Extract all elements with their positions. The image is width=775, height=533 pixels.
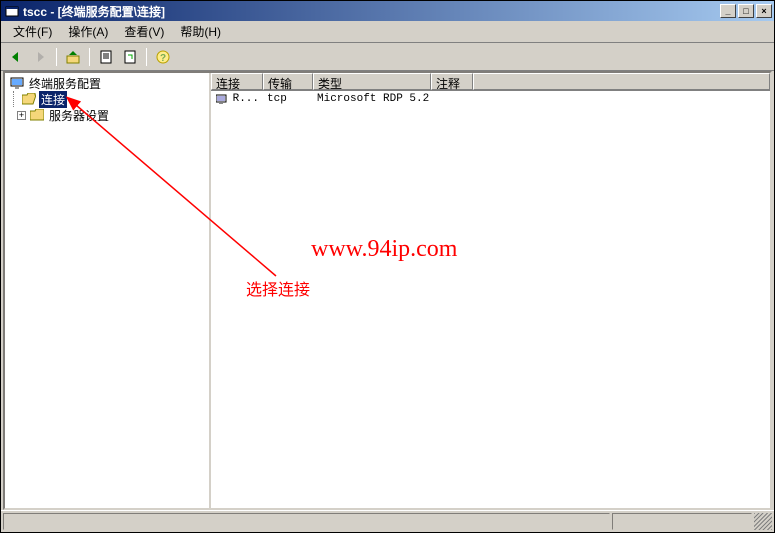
tree-panel[interactable]: 终端服务配置 连接 + 服务器设置: [5, 73, 211, 508]
list-row[interactable]: R... tcp Microsoft RDP 5.2: [211, 91, 770, 107]
annotation-label: 选择连接: [246, 276, 310, 300]
list-panel: 连接 传输 类型 注释 R... tcp Microsoft RDP 5.2: [211, 73, 770, 508]
menu-action[interactable]: 操作(A): [60, 21, 116, 42]
cell-connection: R...: [211, 92, 263, 106]
status-pane-2: [612, 513, 752, 530]
window-controls: _ □ ×: [720, 4, 772, 18]
tree-connections-label: 连接: [39, 91, 67, 108]
maximize-button[interactable]: □: [738, 4, 754, 18]
cell-transport: tcp: [263, 93, 313, 105]
toolbar: ?: [1, 43, 774, 71]
tree-server-settings-label: 服务器设置: [47, 107, 111, 124]
resize-grip-icon[interactable]: [754, 513, 772, 530]
connection-icon: [215, 92, 231, 106]
tree-root-label: 终端服务配置: [27, 75, 103, 92]
minimize-button[interactable]: _: [720, 4, 736, 18]
tree-server-settings[interactable]: + 服务器设置: [7, 107, 207, 123]
menubar: 文件(F) 操作(A) 查看(V) 帮助(H): [1, 21, 774, 43]
computer-icon: [9, 76, 25, 90]
tree-connections[interactable]: 连接: [7, 91, 207, 107]
up-button[interactable]: [62, 46, 84, 68]
tree-root[interactable]: 终端服务配置: [7, 75, 207, 91]
folder-open-icon: [21, 92, 37, 106]
col-comment[interactable]: 注释: [431, 73, 473, 90]
col-transport[interactable]: 传输: [263, 73, 313, 90]
client-area: 终端服务配置 连接 + 服务器设置 连接 传输: [3, 71, 772, 510]
menu-view[interactable]: 查看(V): [116, 21, 172, 42]
app-icon: [5, 4, 19, 18]
menu-help[interactable]: 帮助(H): [172, 21, 229, 42]
list-body[interactable]: R... tcp Microsoft RDP 5.2 www.94ip.com: [211, 91, 770, 508]
window-title: tscc - [终端服务配置\连接]: [23, 3, 720, 20]
status-main: [3, 513, 610, 530]
svg-text:?: ?: [160, 53, 166, 64]
menu-file[interactable]: 文件(F): [5, 21, 60, 42]
watermark: www.94ip.com: [311, 236, 457, 263]
folder-icon: [29, 108, 45, 122]
list-header: 连接 传输 类型 注释: [211, 73, 770, 91]
back-button[interactable]: [5, 46, 27, 68]
toolbar-separator: [56, 48, 57, 66]
toolbar-separator: [146, 48, 147, 66]
forward-button[interactable]: [29, 46, 51, 68]
col-filler: [473, 73, 770, 90]
col-connection[interactable]: 连接: [211, 73, 263, 90]
expand-toggle-icon[interactable]: +: [17, 111, 26, 120]
refresh-button[interactable]: [119, 46, 141, 68]
toolbar-separator: [89, 48, 90, 66]
col-type[interactable]: 类型: [313, 73, 431, 90]
titlebar[interactable]: tscc - [终端服务配置\连接] _ □ ×: [1, 1, 774, 21]
cell-type: Microsoft RDP 5.2: [313, 93, 431, 105]
statusbar: [1, 510, 774, 532]
app-window: tscc - [终端服务配置\连接] _ □ × 文件(F) 操作(A) 查看(…: [0, 0, 775, 533]
properties-button[interactable]: [95, 46, 117, 68]
help-button[interactable]: ?: [152, 46, 174, 68]
close-button[interactable]: ×: [756, 4, 772, 18]
